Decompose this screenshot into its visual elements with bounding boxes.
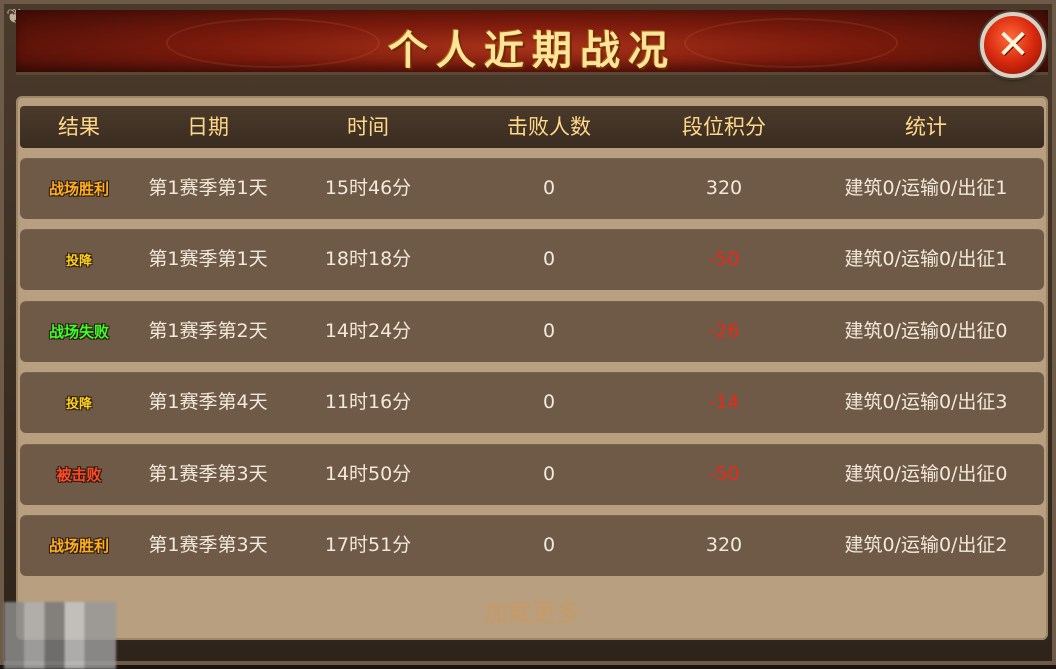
defeats-cell: 0 (542, 462, 556, 485)
defeats-cell: 0 (542, 319, 556, 342)
time-cell: 14时24分 (324, 319, 412, 342)
rank-score-cell: 320 (705, 177, 743, 199)
close-button[interactable]: ✕ (980, 12, 1046, 78)
stats-cell: 建筑0/运输0/出征0 (844, 462, 1008, 485)
time-cell: 11时16分 (324, 391, 412, 414)
result-badge: 投降 (20, 372, 138, 433)
date-cell: 第1赛季第3天 (148, 462, 268, 485)
table-row: 战场胜利 第1赛季第3天 17时51分 0 320 建筑0/运输0/出征2 (20, 515, 1044, 576)
date-cell: 第1赛季第2天 (148, 319, 268, 342)
load-more-button[interactable]: 加载更多 (16, 593, 1048, 633)
title-bar: 个人近期战况 (16, 10, 1048, 75)
time-cell: 18时18分 (324, 248, 412, 271)
result-label: 战场胜利 (48, 180, 109, 198)
table-row: 被击败 第1赛季第3天 14时50分 0 -50 建筑0/运输0/出征0 (20, 443, 1044, 505)
result-badge: 投降 (20, 229, 138, 290)
table-row: 投降 第1赛季第4天 11时16分 0 -14 建筑0/运输0/出征3 (20, 372, 1044, 434)
result-label: 投降 (65, 254, 92, 270)
stats-cell: 建筑0/运输0/出征0 (844, 319, 1008, 342)
header-stats: 统计 (905, 115, 947, 139)
result-label: 投降 (65, 397, 92, 413)
header-result: 结果 (58, 115, 100, 139)
rank-score-cell: -50 (708, 462, 740, 485)
header-defeats: 击败人数 (507, 115, 591, 139)
time-cell: 15时46分 (324, 177, 412, 199)
header-time: 时间 (347, 115, 389, 139)
rank-score-cell: 320 (705, 534, 743, 556)
rank-score-cell: -26 (708, 319, 740, 342)
header-date: 日期 (187, 115, 229, 139)
dialog-frame: ❦ 个人近期战况 ✕ 结果 日期 时间 击败人数 段位积分 统计 战场胜利 第1赛… (0, 0, 1056, 669)
result-badge: 战场失败 (20, 301, 138, 362)
header-rank-score: 段位积分 (682, 115, 766, 139)
blurred-avatar (4, 602, 116, 669)
result-label: 战场胜利 (48, 537, 109, 555)
result-label: 战场失败 (48, 322, 109, 341)
stats-cell: 建筑0/运输0/出征3 (844, 391, 1008, 414)
result-badge: 被击败 (20, 444, 138, 505)
table-row: 战场失败 第1赛季第2天 14时24分 0 -26 建筑0/运输0/出征0 (20, 300, 1044, 362)
defeats-cell: 0 (542, 248, 556, 271)
rank-score-cell: -50 (708, 248, 740, 271)
date-cell: 第1赛季第1天 (148, 248, 268, 271)
date-cell: 第1赛季第4天 (148, 391, 268, 414)
rank-score-cell: -14 (708, 391, 740, 414)
stats-cell: 建筑0/运输0/出征1 (844, 248, 1008, 271)
result-badge: 战场胜利 (20, 515, 138, 576)
date-cell: 第1赛季第1天 (148, 177, 268, 199)
date-cell: 第1赛季第3天 (148, 534, 268, 556)
time-cell: 14时50分 (324, 462, 412, 485)
dialog-title: 个人近期战况 (388, 27, 676, 74)
result-badge: 战场胜利 (20, 158, 138, 219)
table-row: 战场胜利 第1赛季第1天 15时46分 0 320 建筑0/运输0/出征1 (20, 158, 1044, 219)
result-label: 被击败 (56, 465, 102, 484)
stats-cell: 建筑0/运输0/出征2 (844, 534, 1008, 556)
time-cell: 17时51分 (324, 534, 412, 556)
defeats-cell: 0 (542, 177, 556, 199)
defeats-cell: 0 (542, 534, 556, 556)
close-icon: ✕ (996, 22, 1030, 68)
defeats-cell: 0 (542, 391, 556, 414)
table-row: 投降 第1赛季第1天 18时18分 0 -50 建筑0/运输0/出征1 (20, 229, 1044, 291)
battle-record-panel: 结果 日期 时间 击败人数 段位积分 统计 战场胜利 第1赛季第1天 15时46分 0… (16, 96, 1048, 640)
stats-cell: 建筑0/运输0/出征1 (844, 177, 1008, 199)
table-header: 结果 日期 时间 击败人数 段位积分 统计 (20, 106, 1044, 148)
